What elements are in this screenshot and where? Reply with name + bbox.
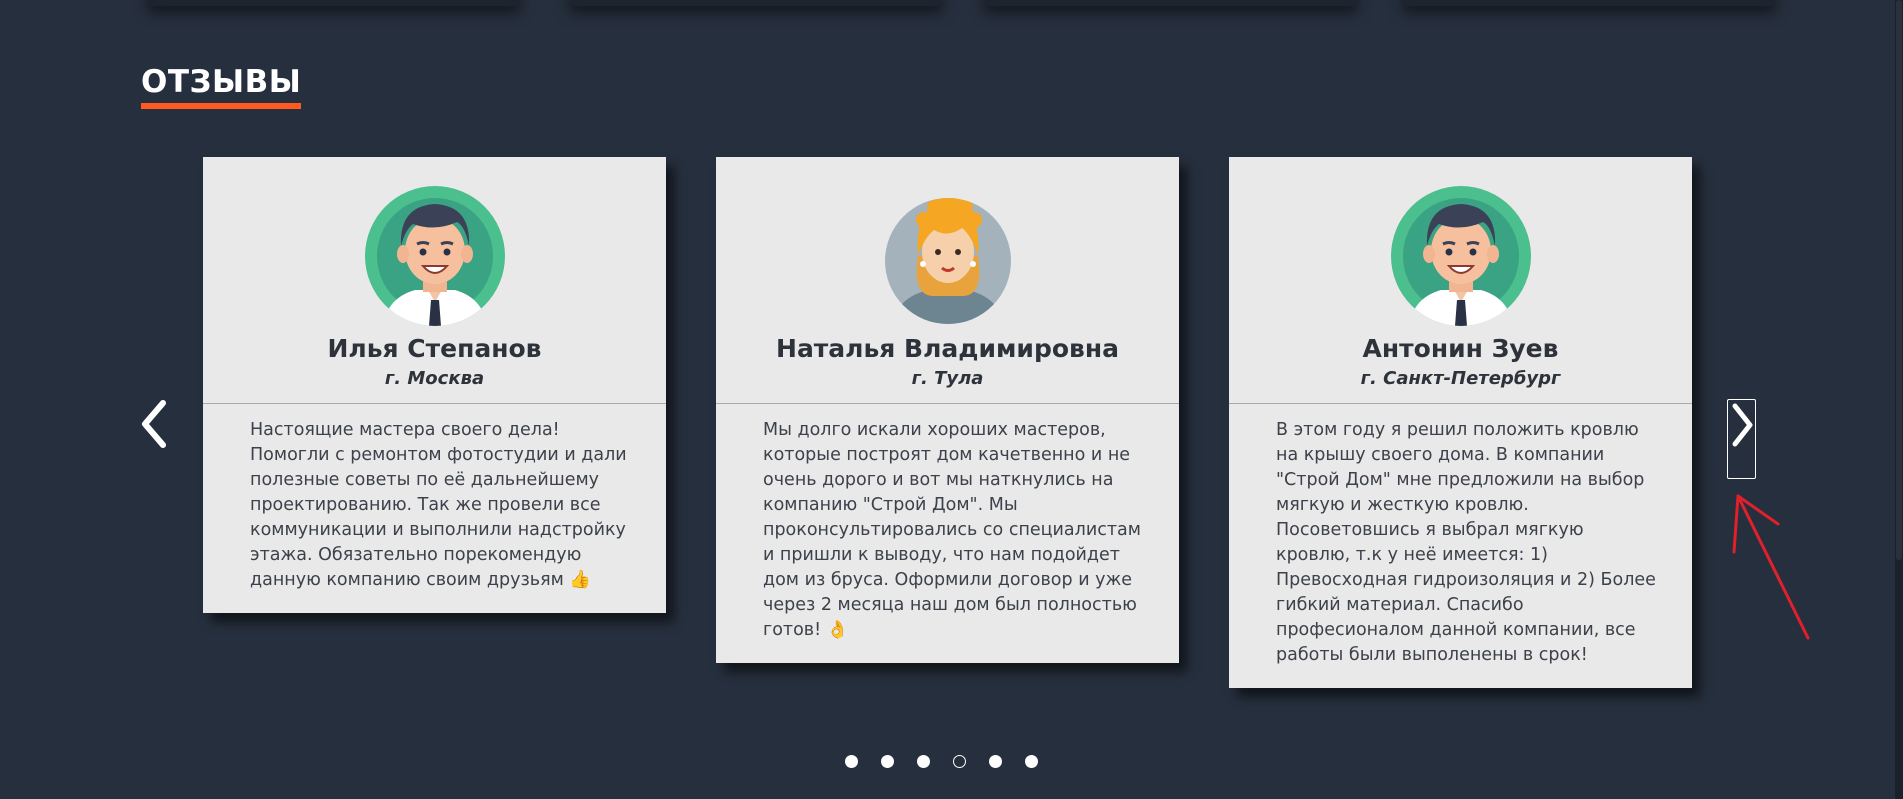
review-text: Настоящие мастера своего дела! Помогли с… [250,420,627,590]
carousel-dot[interactable] [989,755,1002,768]
review-card-header: Илья Степанов г. Москва [203,157,666,404]
annotation-arrow-icon [1732,494,1810,640]
chevron-left-icon[interactable] [137,399,171,449]
carousel-dot[interactable] [1025,755,1038,768]
man-avatar-icon [1390,186,1531,326]
reviewer-name: Илья Степанов [327,334,542,363]
reviewer-city: г. Москва [384,368,485,389]
top-card-partial [148,0,520,6]
carousel-dot-active[interactable] [953,755,966,768]
top-card-partial [570,0,942,6]
carousel-dot[interactable] [881,755,894,768]
top-card-partial [985,0,1357,6]
man-avatar-icon [364,186,505,326]
reviewer-name: Антонин Зуев [1362,334,1559,363]
review-text: В этом году я решил положить кровлю на к… [1276,420,1656,665]
scrollbar-thumb[interactable] [1896,0,1902,560]
review-card: Антонин Зуев г. Санкт-Петербург В этом г… [1229,157,1692,688]
review-card: Наталья Владимировна г. Тула Мы долго ис… [716,157,1179,663]
section-title: ОТЗЫВЫ [141,62,302,109]
top-card-partial [1403,0,1775,6]
reviewer-city: г. Санкт-Петербург [1360,368,1561,389]
woman-avatar-icon [884,198,1011,324]
carousel-dot[interactable] [845,755,858,768]
scrollbar[interactable] [1895,0,1903,799]
reviews-page: ОТЗЫВЫ Илья Степанов г. Москва Настоящие… [0,0,1903,799]
reviewer-name: Наталья Владимировна [776,334,1119,363]
review-card-header: Наталья Владимировна г. Тула [716,157,1179,404]
chevron-right-icon [1732,403,1753,447]
review-card: Илья Степанов г. Москва Настоящие мастер… [203,157,666,613]
next-button[interactable] [1727,399,1756,479]
carousel-pagination [845,755,1038,768]
carousel-dot[interactable] [917,755,930,768]
reviewer-city: г. Тула [911,368,984,389]
review-text: Мы долго искали хороших мастеров, которы… [763,420,1141,640]
review-card-header: Антонин Зуев г. Санкт-Петербург [1229,157,1692,404]
